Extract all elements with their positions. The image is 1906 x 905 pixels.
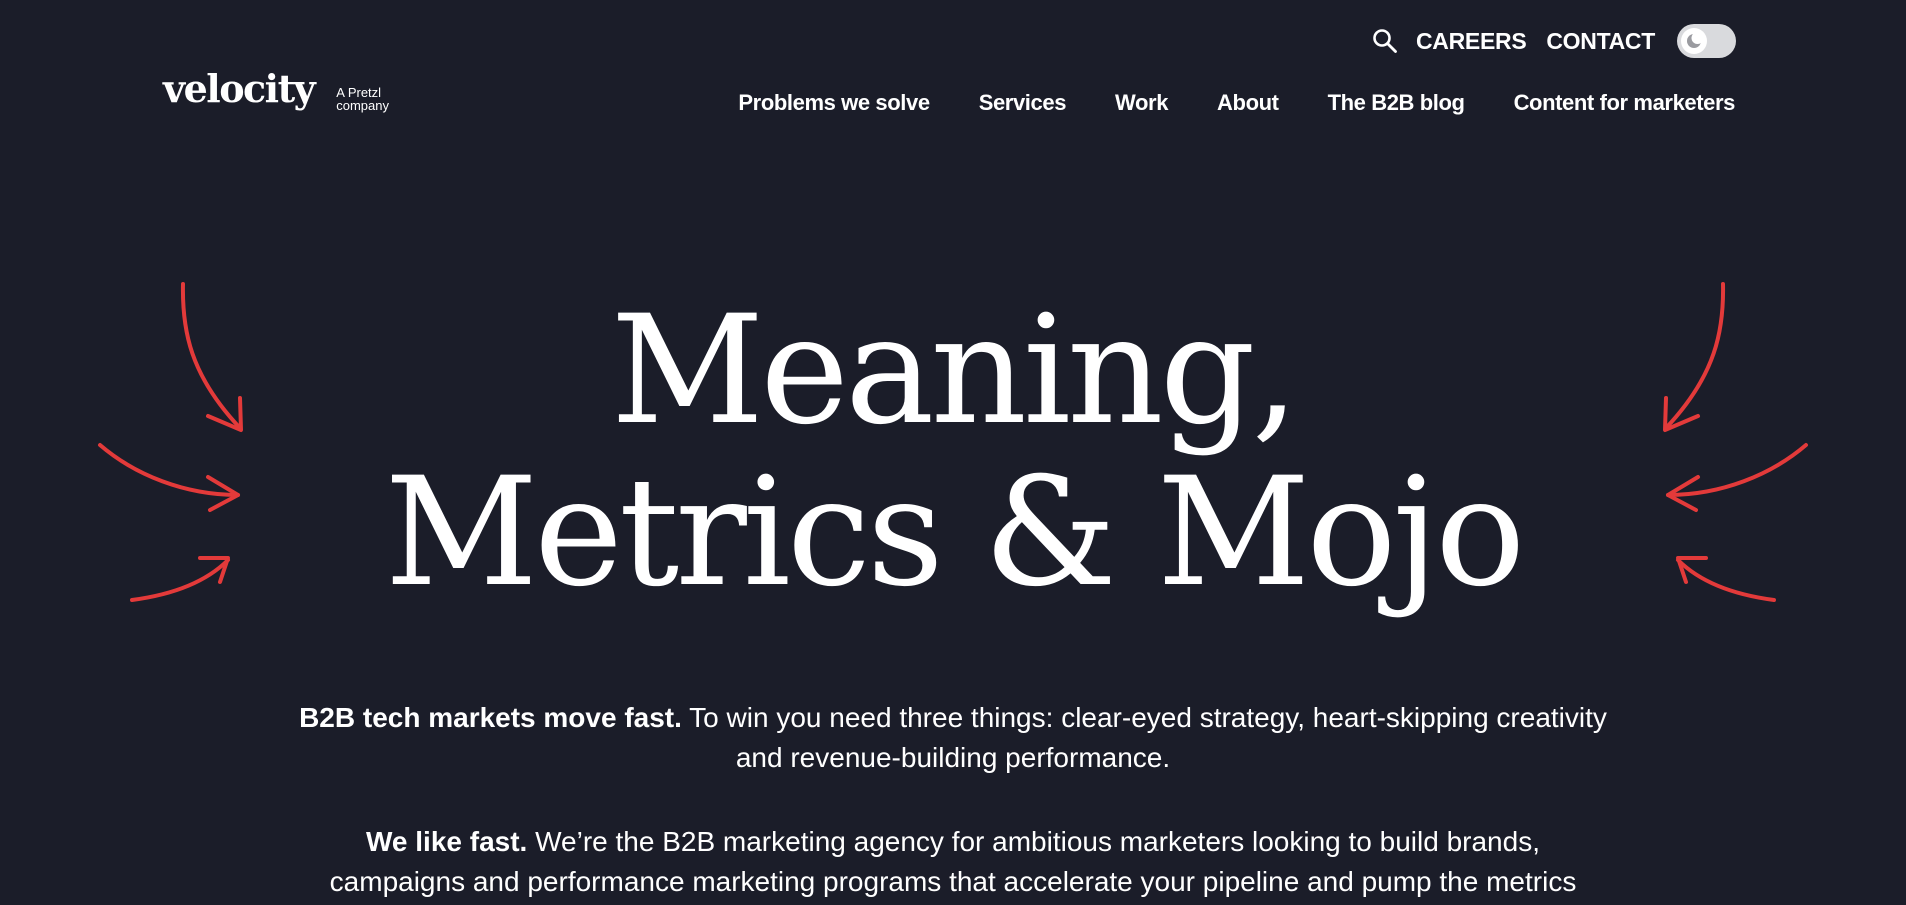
hero-title-line2: Metrics & Mojo bbox=[384, 446, 1526, 620]
intro-text: B2B tech markets move fast. To win you n… bbox=[0, 698, 1906, 905]
page: CAREERS CONTACT velocity A Pretzl compan… bbox=[0, 0, 1906, 905]
intro-p2-bold: We like fast. bbox=[366, 826, 528, 857]
nav-item-content-for-marketers[interactable]: Content for marketers bbox=[1514, 90, 1736, 116]
contact-link[interactable]: CONTACT bbox=[1546, 28, 1655, 55]
nav-item-b2b-blog[interactable]: The B2B blog bbox=[1328, 90, 1465, 116]
nav-item-problems-we-solve[interactable]: Problems we solve bbox=[738, 90, 930, 116]
search-button[interactable] bbox=[1370, 26, 1400, 56]
utility-bar: CAREERS CONTACT bbox=[1370, 22, 1736, 60]
nav-item-about[interactable]: About bbox=[1217, 90, 1279, 116]
moon-icon bbox=[1687, 32, 1703, 48]
nav-item-work[interactable]: Work bbox=[1115, 90, 1168, 116]
intro-p2-text-a: We’re the B2B marketing agency for ambit… bbox=[527, 826, 1540, 857]
intro-paragraph-2: We like fast. We’re the B2B marketing ag… bbox=[0, 822, 1906, 902]
intro-paragraph-1: B2B tech markets move fast. To win you n… bbox=[0, 698, 1906, 778]
hero-title-line1: Meaning, bbox=[610, 284, 1300, 458]
logo-wordmark: velocity bbox=[163, 66, 316, 111]
nav-item-services[interactable]: Services bbox=[979, 90, 1067, 116]
hero-title: Meaning, Metrics & Mojo bbox=[0, 290, 1906, 614]
search-icon bbox=[1373, 29, 1397, 53]
theme-toggle[interactable] bbox=[1677, 24, 1736, 58]
logo-subtitle-line2: company bbox=[336, 98, 389, 113]
logo-subtitle: A Pretzl company bbox=[336, 86, 389, 112]
intro-p2-text-b: campaigns and performance marketing prog… bbox=[329, 866, 1577, 897]
intro-p1-text-b: and revenue-building performance. bbox=[735, 742, 1171, 773]
careers-link[interactable]: CAREERS bbox=[1416, 28, 1527, 55]
intro-p1-text-a: To win you need three things: clear-eyed… bbox=[681, 702, 1607, 733]
main-nav: Problems we solve Services Work About Th… bbox=[738, 90, 1735, 116]
logo[interactable]: velocity A Pretzl company bbox=[163, 66, 389, 113]
intro-p1-bold: B2B tech markets move fast. bbox=[299, 702, 682, 733]
toggle-knob bbox=[1681, 28, 1707, 54]
